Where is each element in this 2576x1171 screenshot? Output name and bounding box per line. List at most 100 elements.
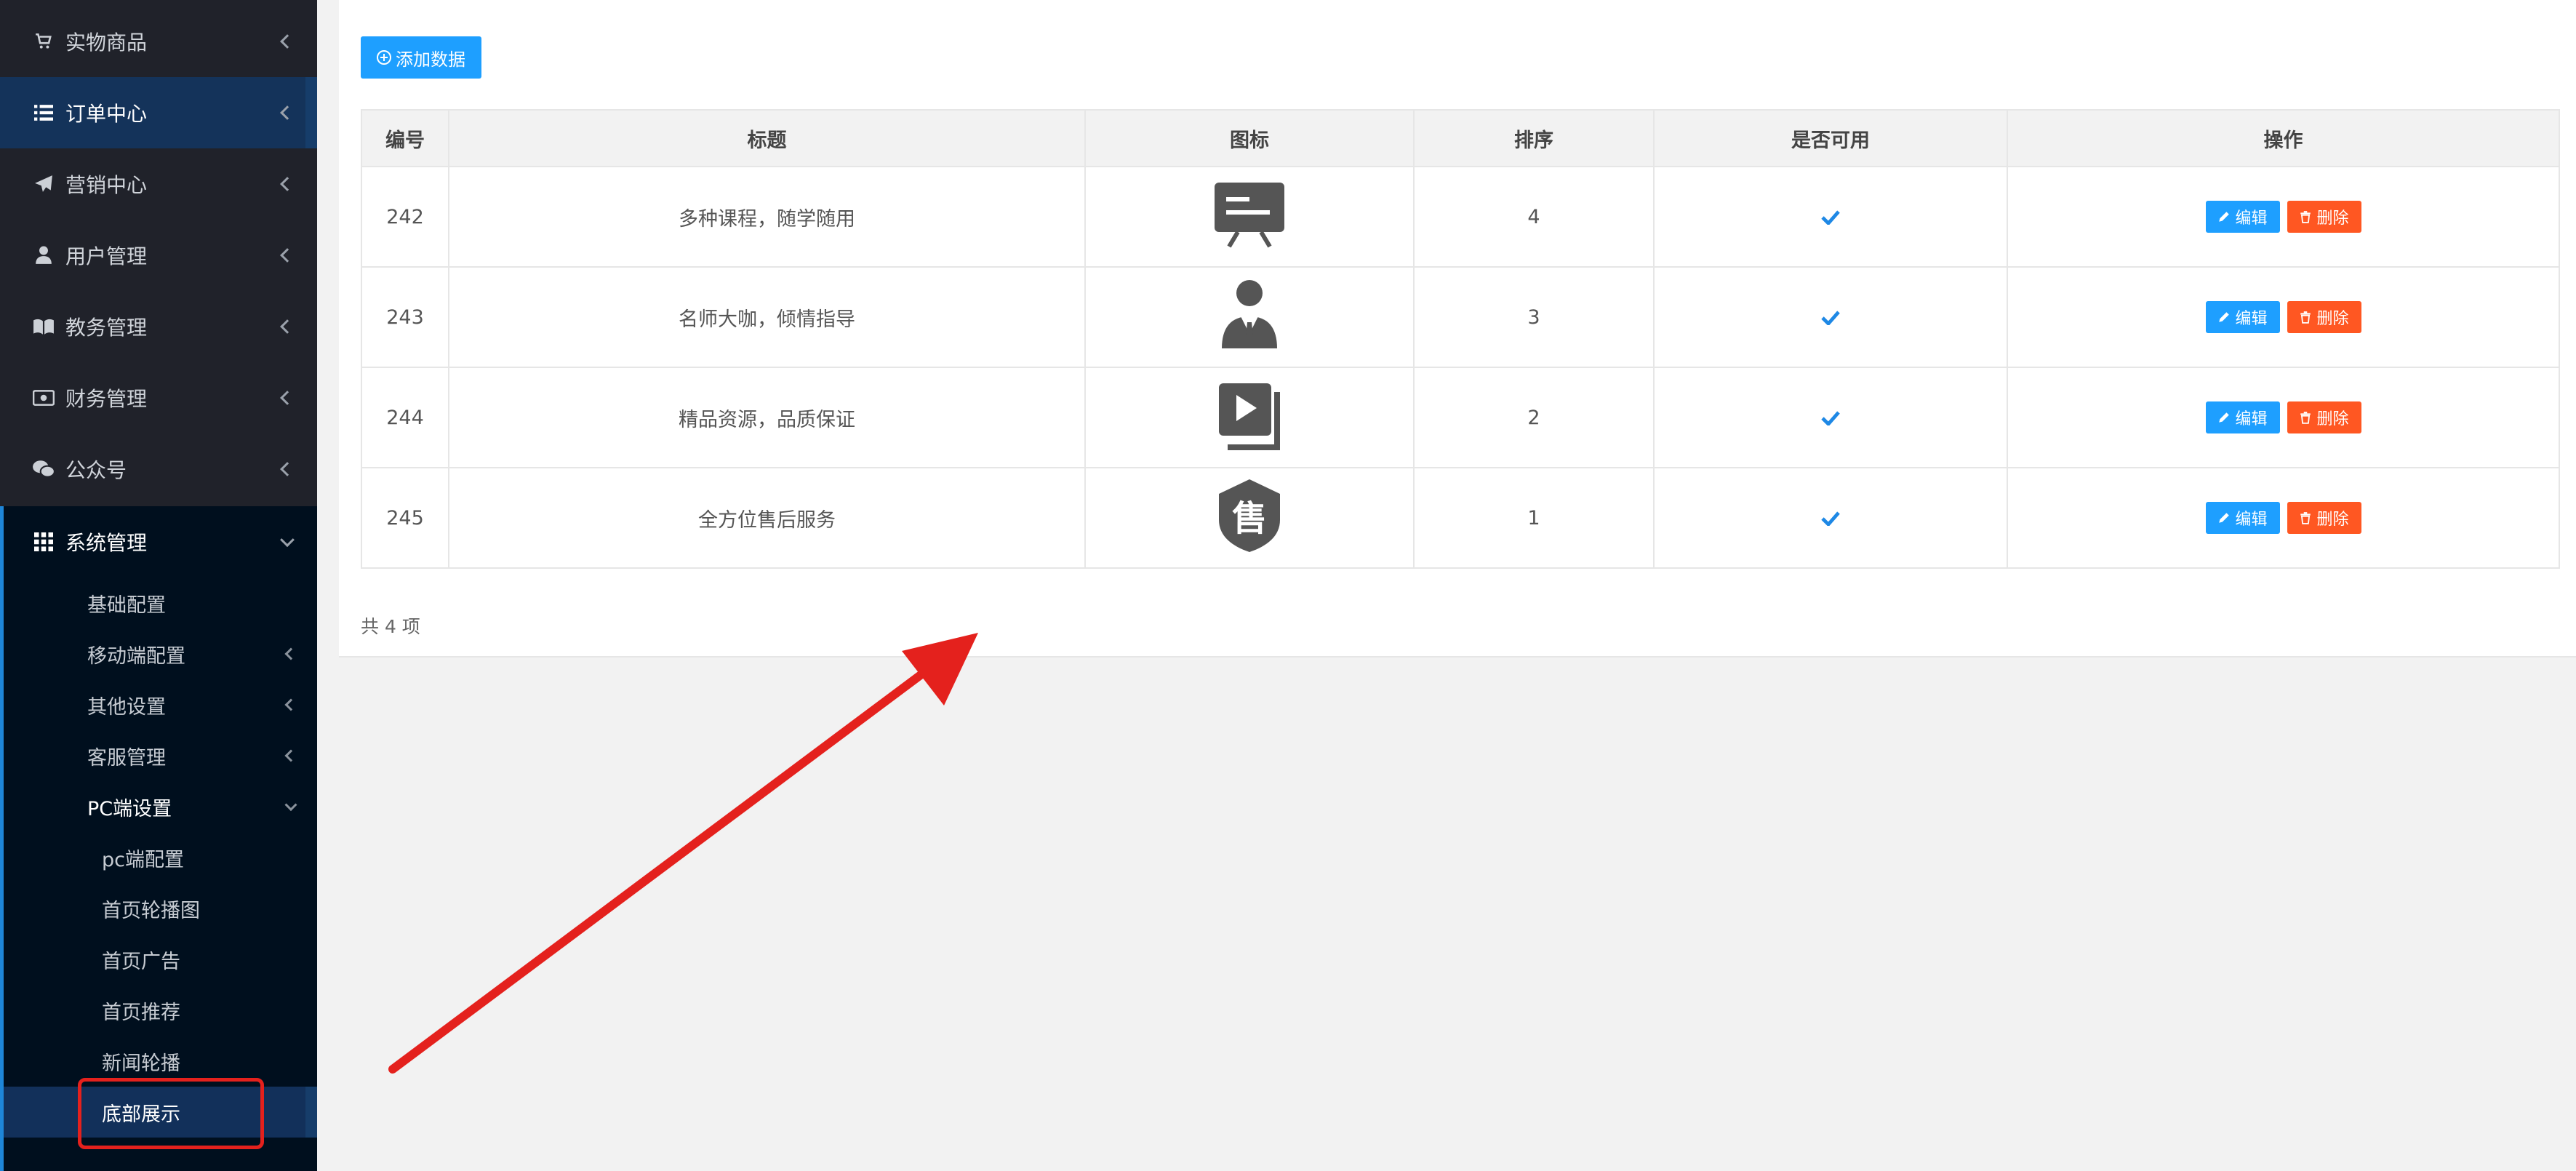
chevron-left-icon xyxy=(280,177,295,191)
cell-sort: 1 xyxy=(1413,467,1655,569)
submenu-label: 首页推荐 xyxy=(102,1001,180,1024)
pencil-icon xyxy=(2219,513,2230,523)
chevron-left-icon xyxy=(280,391,295,405)
sidebar-item-label: 营销中心 xyxy=(65,173,148,197)
column-header-enabled[interactable]: 是否可用 xyxy=(1653,109,2008,167)
column-header-icon[interactable]: 图标 xyxy=(1084,109,1415,167)
submenu-label: 首页轮播图 xyxy=(102,899,200,922)
delete-button[interactable]: 删除 xyxy=(2287,201,2361,233)
sidebar-item-academic[interactable]: 教务管理 xyxy=(0,291,317,362)
sidebar-item-label: 财务管理 xyxy=(65,387,148,411)
column-header-sort[interactable]: 排序 xyxy=(1413,109,1655,167)
pencil-icon xyxy=(2219,412,2230,423)
chevron-left-icon xyxy=(280,34,295,49)
edit-label: 编辑 xyxy=(2235,410,2268,428)
sidebar-item-label: 实物商品 xyxy=(65,31,148,55)
cell-id: 245 xyxy=(361,467,449,569)
submenu-label: pc端配置 xyxy=(102,848,184,871)
table-row: 243 名师大咖，倾情指导 3 编辑 删除 xyxy=(361,266,2560,368)
sidebar-item-label: 系统管理 xyxy=(65,531,148,555)
edit-label: 编辑 xyxy=(2235,511,2268,529)
cell-sort: 4 xyxy=(1413,166,1655,268)
cell-icon xyxy=(1084,266,1415,368)
table-row: 245 全方位售后服务 售 1 编辑 删除 xyxy=(361,467,2560,569)
chevron-left-icon xyxy=(280,105,295,120)
add-data-label: 添加数据 xyxy=(396,49,465,70)
submenu-pc-config[interactable]: pc端配置 xyxy=(4,832,317,883)
cell-sort: 2 xyxy=(1413,367,1655,468)
cell-icon xyxy=(1084,166,1415,268)
submenu-home-recommend[interactable]: 首页推荐 xyxy=(4,985,317,1036)
column-header-id[interactable]: 编号 xyxy=(361,109,449,167)
submenu-pc-settings[interactable]: PC端设置 xyxy=(4,781,317,832)
table-header-row: 编号 标题 图标 排序 是否可用 操作 xyxy=(361,109,2560,167)
cell-id: 243 xyxy=(361,266,449,368)
edit-button[interactable]: 编辑 xyxy=(2205,301,2280,333)
data-table: 编号 标题 图标 排序 是否可用 操作 242 多种课程，随学随用 4 编辑 删… xyxy=(361,109,2560,569)
submenu-home-carousel[interactable]: 首页轮播图 xyxy=(4,883,317,934)
main-panel: 添加数据 编号 标题 图标 排序 是否可用 操作 242 多种课程，随学随用 4… xyxy=(339,0,2576,658)
cell-actions: 编辑 删除 xyxy=(2007,367,2560,468)
table-row: 242 多种课程，随学随用 4 编辑 删除 xyxy=(361,166,2560,268)
edit-button[interactable]: 编辑 xyxy=(2205,502,2280,534)
check-icon xyxy=(1821,407,1840,429)
trash-icon xyxy=(2300,512,2311,524)
cell-actions: 编辑 删除 xyxy=(2007,166,2560,268)
sidebar-item-system[interactable]: 系统管理 xyxy=(0,506,317,577)
delete-label: 删除 xyxy=(2316,310,2349,328)
delete-button[interactable]: 删除 xyxy=(2287,301,2361,333)
add-data-button[interactable]: 添加数据 xyxy=(361,36,481,79)
chevron-left-icon xyxy=(280,248,295,263)
submenu-home-ads[interactable]: 首页广告 xyxy=(4,934,317,985)
pagination-count: 共 4 项 xyxy=(361,616,420,637)
chevron-down-icon xyxy=(280,532,295,548)
submenu-label: 新闻轮播 xyxy=(102,1052,180,1075)
presentation-board-icon xyxy=(1212,180,1287,255)
paper-plane-icon xyxy=(29,175,58,193)
pencil-icon xyxy=(2219,212,2230,222)
submenu-basic-config[interactable]: 基础配置 xyxy=(4,577,317,628)
cell-enabled xyxy=(1653,367,2008,468)
trash-icon xyxy=(2300,211,2311,223)
column-header-actions[interactable]: 操作 xyxy=(2007,109,2560,167)
cell-title: 多种课程，随学随用 xyxy=(448,166,1086,268)
delete-button[interactable]: 删除 xyxy=(2287,502,2361,534)
submenu-mobile-config[interactable]: 移动端配置 xyxy=(4,628,317,679)
sidebar-item-label: 用户管理 xyxy=(65,244,148,268)
wechat-icon xyxy=(29,459,58,479)
sidebar-item-finance[interactable]: 财务管理 xyxy=(0,362,317,433)
chevron-left-icon xyxy=(280,462,295,476)
cell-title: 精品资源，品质保证 xyxy=(448,367,1086,468)
cell-enabled xyxy=(1653,266,2008,368)
submenu-other-settings[interactable]: 其他设置 xyxy=(4,679,317,730)
column-header-title[interactable]: 标题 xyxy=(448,109,1086,167)
submenu-label: PC端设置 xyxy=(87,797,172,820)
submenu-customer-service[interactable]: 客服管理 xyxy=(4,730,317,781)
sidebar-item-order-center[interactable]: 订单中心 xyxy=(0,77,317,148)
sidebar-item-wechat[interactable]: 公众号 xyxy=(0,433,317,505)
teacher-suit-icon xyxy=(1219,279,1280,356)
money-icon xyxy=(29,390,58,406)
after-sales-shield-icon: 售 xyxy=(1216,478,1283,559)
list-icon xyxy=(29,104,58,121)
check-icon xyxy=(1821,306,1840,329)
delete-label: 删除 xyxy=(2316,209,2349,228)
chevron-left-icon xyxy=(284,698,297,711)
edit-button[interactable]: 编辑 xyxy=(2205,401,2280,433)
sidebar-item-users[interactable]: 用户管理 xyxy=(0,220,317,291)
cell-actions: 编辑 删除 xyxy=(2007,266,2560,368)
chevron-left-icon xyxy=(280,319,295,334)
sidebar-item-physical-goods[interactable]: 实物商品 xyxy=(0,6,317,77)
cell-id: 242 xyxy=(361,166,449,268)
submenu-label: 基础配置 xyxy=(87,594,166,617)
submenu-footer-display[interactable]: 底部展示 xyxy=(4,1087,317,1138)
delete-button[interactable]: 删除 xyxy=(2287,401,2361,433)
book-icon xyxy=(29,318,58,335)
cell-icon xyxy=(1084,367,1415,468)
submenu-news-carousel[interactable]: 新闻轮播 xyxy=(4,1036,317,1087)
edit-button[interactable]: 编辑 xyxy=(2205,201,2280,233)
cart-icon xyxy=(29,32,58,51)
trash-icon xyxy=(2300,412,2311,424)
sidebar-item-marketing[interactable]: 营销中心 xyxy=(0,148,317,220)
edit-label: 编辑 xyxy=(2235,310,2268,328)
